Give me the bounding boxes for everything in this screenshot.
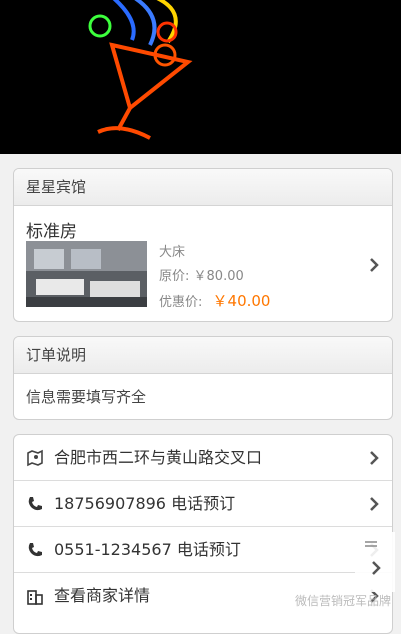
sale-price-label: 优惠价: [159, 295, 203, 310]
original-price-label: 原价: [159, 269, 190, 284]
sale-price: 优惠价: ￥40.00 [159, 289, 270, 313]
order-title: 订单说明 [14, 337, 392, 374]
order-card: 订单说明 信息需要填写齐全 [13, 336, 393, 420]
chevron-right-icon [364, 494, 384, 514]
bed-type: 大床 [159, 245, 186, 260]
building-icon [26, 587, 44, 605]
phone-icon [26, 495, 44, 513]
banner-image [0, 0, 401, 154]
map-icon [26, 449, 44, 467]
phone-row-mobile[interactable]: 18756907896 电话预订 [14, 481, 392, 527]
phone-label-landline: 0551-1234567 电话预订 [54, 540, 241, 559]
original-price-value: ￥80.00 [193, 269, 244, 284]
order-description: 信息需要填写齐全 [26, 388, 147, 406]
address-row[interactable]: 合肥市西二环与黄山路交叉口 [14, 435, 392, 481]
phone-row-landline[interactable]: 0551-1234567 电话预订 [14, 527, 392, 573]
hotel-card[interactable]: 星星宾馆 标准房 大床 原价: ￥80.00 优惠价: ￥40.00 [13, 168, 393, 322]
phone-icon [26, 541, 44, 559]
chevron-right-icon [364, 448, 384, 468]
address-label: 合肥市西二环与黄山路交叉口 [54, 448, 263, 467]
watermark: 微信营销冠军品牌 [294, 594, 391, 608]
chevron-right-icon[interactable] [364, 255, 384, 275]
hotel-name: 星星宾馆 [14, 169, 392, 206]
scroll-control[interactable] [355, 532, 395, 592]
room-title: 标准房 [26, 222, 77, 242]
room-info: 大床 原价: ￥80.00 优惠价: ￥40.00 [159, 241, 270, 313]
phone-label-mobile: 18756907896 电话预订 [54, 494, 236, 513]
sale-price-value: ￥40.00 [212, 292, 271, 310]
original-price: 原价: ￥80.00 [159, 265, 270, 289]
merchant-details-label: 查看商家详情 [54, 586, 151, 605]
room-photo [26, 241, 147, 307]
